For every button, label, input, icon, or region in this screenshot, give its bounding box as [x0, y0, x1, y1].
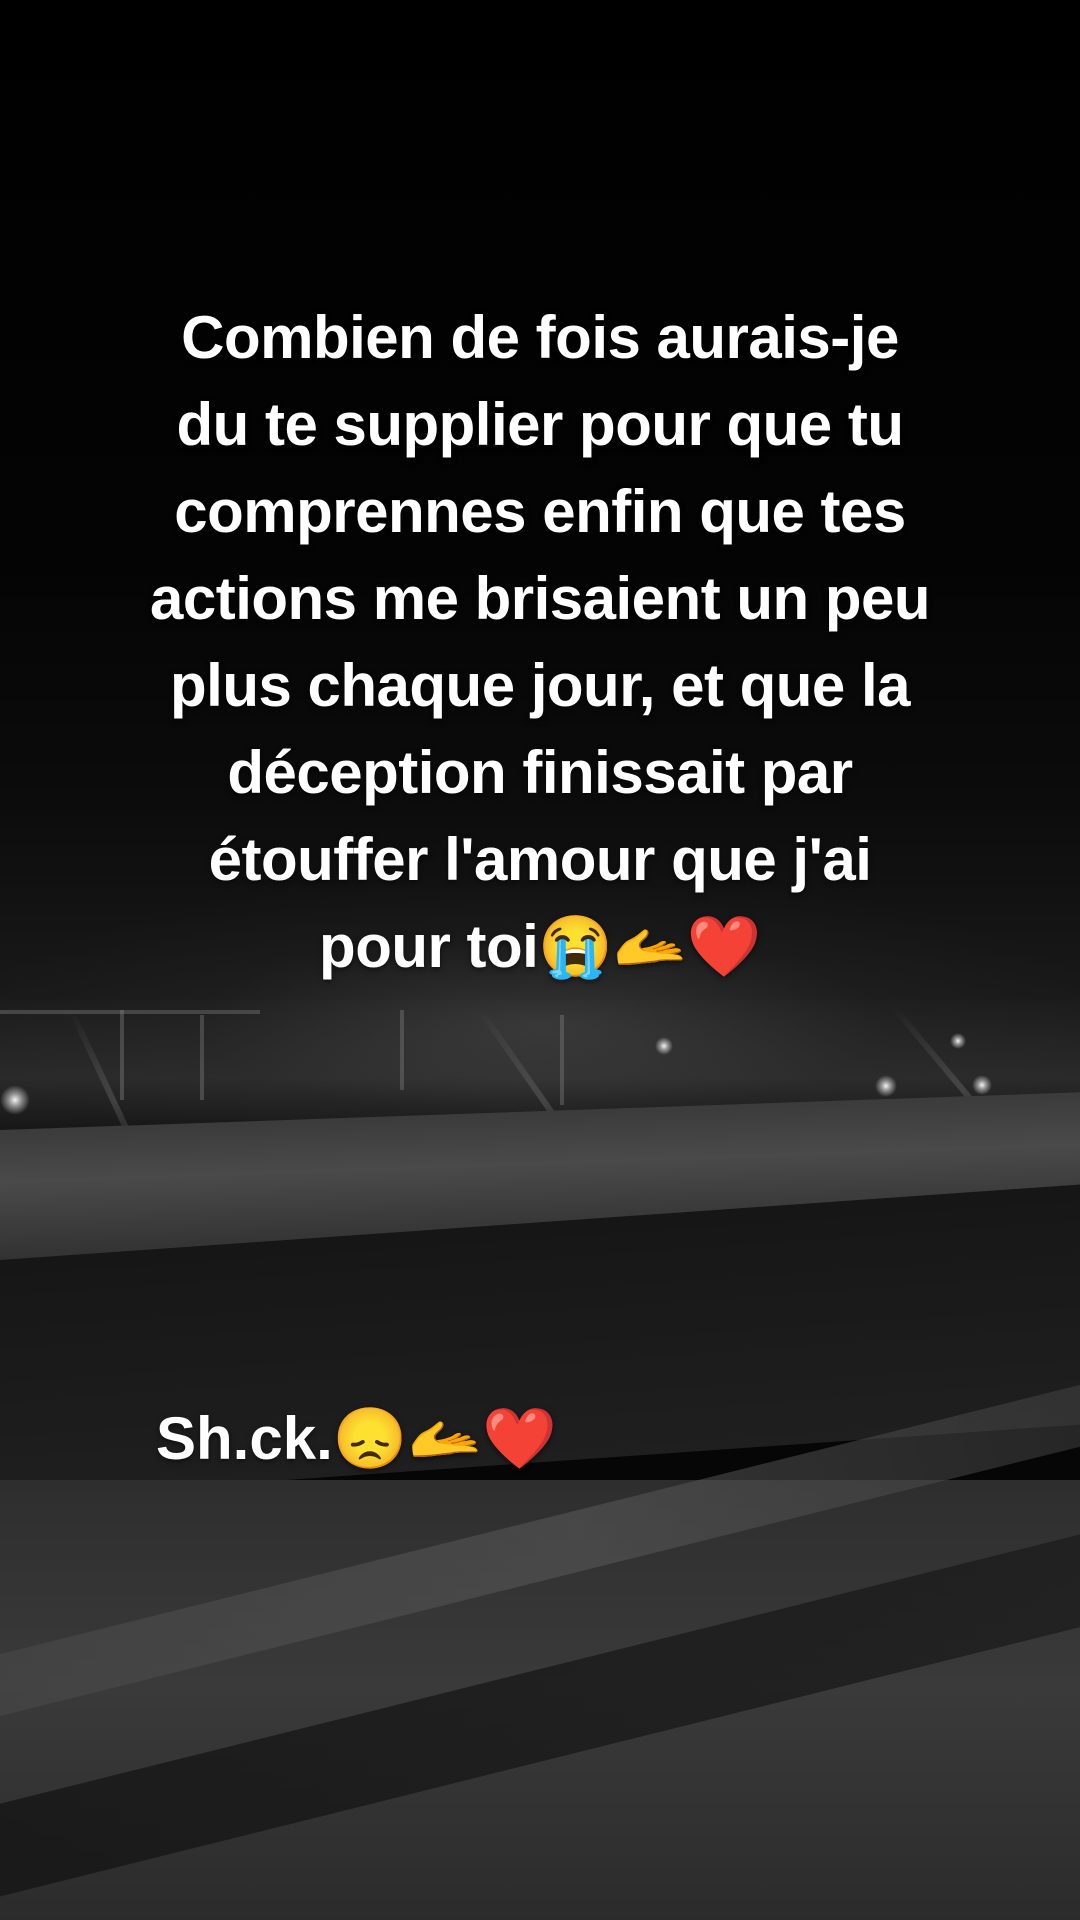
street-lamp — [972, 1075, 992, 1095]
street-lamp — [0, 1085, 30, 1115]
street-lamp — [875, 1075, 897, 1097]
story-frame: Combien de fois aurais-je du te supplier… — [0, 0, 1080, 1920]
street-lamp — [950, 1033, 966, 1049]
signature-text: Sh.ck.😞🫴❤️ — [156, 1405, 557, 1472]
story-caption: Combien de fois aurais-je du te supplier… — [149, 304, 931, 980]
street-lamp — [655, 1037, 673, 1055]
